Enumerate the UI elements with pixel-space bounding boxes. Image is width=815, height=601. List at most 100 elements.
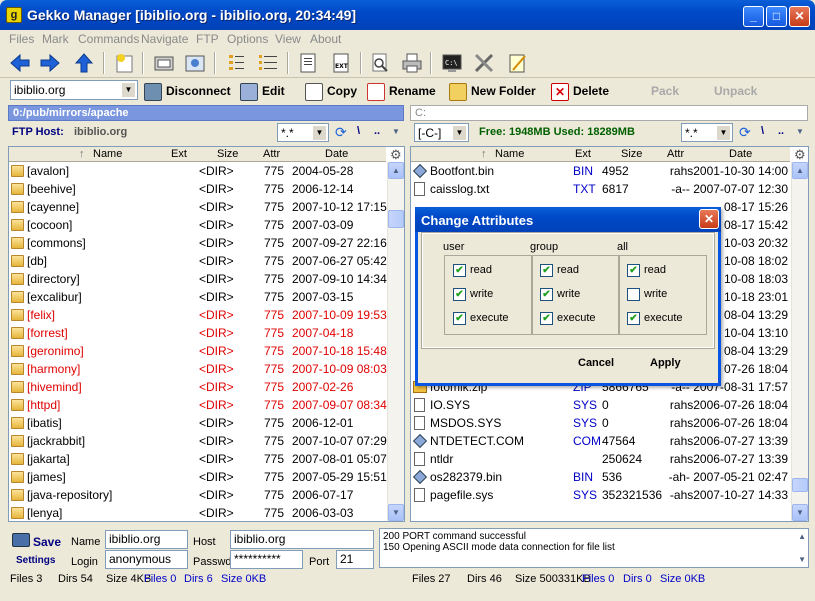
menu-navigate[interactable]: Navigate	[141, 32, 188, 46]
tools-icon[interactable]	[472, 51, 496, 75]
scroll-up-icon[interactable]: ▲	[792, 162, 808, 179]
parent-button[interactable]: ..	[778, 125, 784, 137]
left-filter-combo[interactable]: *.* ▼	[277, 123, 329, 142]
root-button[interactable]: \	[357, 125, 360, 137]
table-row[interactable]: [hivemind] <DIR> 775 2007-02-26	[9, 378, 386, 396]
left-scroll-thumb[interactable]	[388, 210, 404, 228]
rename-button[interactable]: Rename	[367, 80, 436, 102]
scroll-down-icon[interactable]: ▼	[388, 504, 404, 521]
table-row[interactable]: [avalon] <DIR> 775 2004-05-28	[9, 162, 386, 180]
port-field[interactable]: 21	[336, 550, 374, 569]
preview-icon[interactable]	[183, 51, 207, 75]
table-row[interactable]: os282379.bin BIN 536 -ah- 2007-05-21 02:47	[411, 468, 790, 486]
scroll-up-icon[interactable]: ▲	[388, 162, 404, 179]
ext-file-icon[interactable]: EXT	[329, 51, 353, 75]
new-folder-button[interactable]: New Folder	[449, 80, 536, 102]
ftp-log[interactable]: 200 PORT command successful 150 Opening …	[379, 528, 809, 568]
settings-button[interactable]: Settings	[16, 555, 55, 566]
apply-button[interactable]: Apply	[650, 357, 681, 369]
table-row[interactable]: MSDOS.SYS SYS 0 rahs2006-07-26 18:04	[411, 414, 790, 432]
notepad-icon[interactable]	[505, 51, 529, 75]
col-size[interactable]: Size	[217, 148, 238, 160]
col-attr[interactable]: Attr	[263, 148, 280, 160]
table-row[interactable]: [directory] <DIR> 775 2007-09-10 14:34	[9, 270, 387, 288]
forward-arrow-icon[interactable]	[38, 51, 62, 75]
table-row[interactable]: [cocoon] <DIR> 775 2007-03-09	[9, 216, 386, 234]
table-row[interactable]: [lenya] <DIR> 775 2006-03-03	[9, 504, 386, 521]
right-scroll-thumb[interactable]	[792, 478, 808, 492]
table-row[interactable]: [cayenne] <DIR> 775 2007-10-12 17:15	[9, 198, 387, 216]
new-file-star-icon[interactable]	[112, 51, 136, 75]
table-row[interactable]: ntldr 250624 rahs2006-07-27 13:39	[411, 450, 790, 468]
right-scrollbar[interactable]: ▲ ▼	[791, 162, 808, 521]
table-row[interactable]: IO.SYS SYS 0 rahs2006-07-26 18:04	[411, 396, 790, 414]
table-row[interactable]: [commons] <DIR> 775 2007-09-27 22:16	[9, 234, 387, 252]
table-row[interactable]: [java-repository] <DIR> 775 2006-07-17	[9, 486, 386, 504]
col-name[interactable]: Name	[495, 148, 524, 160]
detail-view-icon[interactable]	[256, 51, 280, 75]
maximize-button[interactable]: □	[766, 6, 787, 27]
delete-button[interactable]: ✕ Delete	[551, 80, 609, 102]
root-button[interactable]: \	[761, 125, 764, 137]
table-row[interactable]: Bootfont.bin BIN 4952 rahs2001-10-30 14:00	[411, 162, 790, 180]
folder-view-icon[interactable]	[152, 51, 176, 75]
drive-combo[interactable]: [-C-] ▼	[414, 123, 469, 142]
chevron-down-icon[interactable]: ▼	[452, 125, 467, 141]
col-date[interactable]: Date	[325, 148, 348, 160]
chevron-down-icon[interactable]: ▼	[121, 82, 136, 98]
menu-view[interactable]: View	[275, 32, 301, 46]
table-row[interactable]: [felix] <DIR> 775 2007-10-09 19:53	[9, 306, 387, 324]
edit-button[interactable]: Edit	[240, 80, 285, 102]
table-row[interactable]: [jackrabbit] <DIR> 775 2007-10-07 07:29	[9, 432, 387, 450]
table-row[interactable]: [httpd] <DIR> 775 2007-09-07 08:34	[9, 396, 387, 414]
checkbox-all-write[interactable]	[627, 288, 640, 301]
checkbox-all-read[interactable]: ✔	[627, 264, 640, 277]
save-button[interactable]: Save	[33, 535, 61, 549]
scroll-down-icon[interactable]: ▼	[792, 504, 808, 521]
table-row[interactable]: caisslog.txt TXT 6817 -a-- 2007-07-07 12:30	[411, 180, 790, 198]
right-filter-combo[interactable]: *.* ▼	[681, 123, 733, 142]
table-row[interactable]: [harmony] <DIR> 775 2007-10-09 08:03	[9, 360, 387, 378]
menu-files[interactable]: Files	[9, 32, 34, 46]
table-row[interactable]: [excalibur] <DIR> 775 2007-03-15	[9, 288, 386, 306]
checkbox-all-execute[interactable]: ✔	[627, 312, 640, 325]
table-row[interactable]: NTDETECT.COM COM 47564 rahs2006-07-27 13:39	[411, 432, 790, 450]
col-size[interactable]: Size	[621, 148, 642, 160]
chevron-down-icon[interactable]: ▼	[392, 127, 400, 136]
col-ext[interactable]: Ext	[575, 148, 591, 160]
name-field[interactable]: ibiblio.org	[105, 530, 188, 549]
table-row[interactable]: pagefile.sys SYS 352321536 -ahs2007-10-27 1…	[411, 486, 790, 504]
menu-commands[interactable]: Commands	[78, 32, 139, 46]
terminal-icon[interactable]: C:\	[440, 51, 464, 75]
login-field[interactable]: anonymous	[105, 550, 188, 569]
scroll-down-icon[interactable]: ▼	[798, 554, 806, 565]
copy-button[interactable]: Copy	[305, 80, 357, 102]
save-disk-icon[interactable]	[12, 533, 30, 547]
parent-button[interactable]: ..	[374, 125, 380, 137]
checkbox-group-execute[interactable]: ✔	[540, 312, 553, 325]
site-combo[interactable]: ibiblio.org ▼	[10, 80, 138, 100]
dialog-close-button[interactable]: ✕	[699, 209, 719, 229]
host-field[interactable]: ibiblio.org	[230, 530, 374, 549]
menu-ftp[interactable]: FTP	[196, 32, 219, 46]
checkbox-user-execute[interactable]: ✔	[453, 312, 466, 325]
table-row[interactable]: [ibatis] <DIR> 775 2006-12-01	[9, 414, 386, 432]
menu-mark[interactable]: Mark	[42, 32, 69, 46]
text-file-icon[interactable]	[296, 51, 320, 75]
cancel-button[interactable]: Cancel	[578, 357, 614, 369]
table-row[interactable]: [beehive] <DIR> 775 2006-12-14	[9, 180, 386, 198]
table-row[interactable]: [db] <DIR> 775 2007-06-27 05:42	[9, 252, 387, 270]
file-search-icon[interactable]	[368, 51, 392, 75]
disconnect-button[interactable]: Disconnect	[144, 80, 231, 102]
minimize-button[interactable]: _	[743, 6, 764, 27]
refresh-icon[interactable]: ⟳	[739, 124, 751, 141]
menu-options[interactable]: Options	[227, 32, 268, 46]
col-ext[interactable]: Ext	[171, 148, 187, 160]
pack-button[interactable]: Pack	[651, 80, 679, 102]
up-arrow-icon[interactable]	[72, 51, 96, 75]
chevron-down-icon[interactable]: ▼	[796, 127, 804, 136]
table-row[interactable]: [jakarta] <DIR> 775 2007-08-01 05:07	[9, 450, 387, 468]
col-attr[interactable]: Attr	[667, 148, 684, 160]
menu-about[interactable]: About	[310, 32, 341, 46]
close-button[interactable]: ✕	[789, 6, 810, 27]
